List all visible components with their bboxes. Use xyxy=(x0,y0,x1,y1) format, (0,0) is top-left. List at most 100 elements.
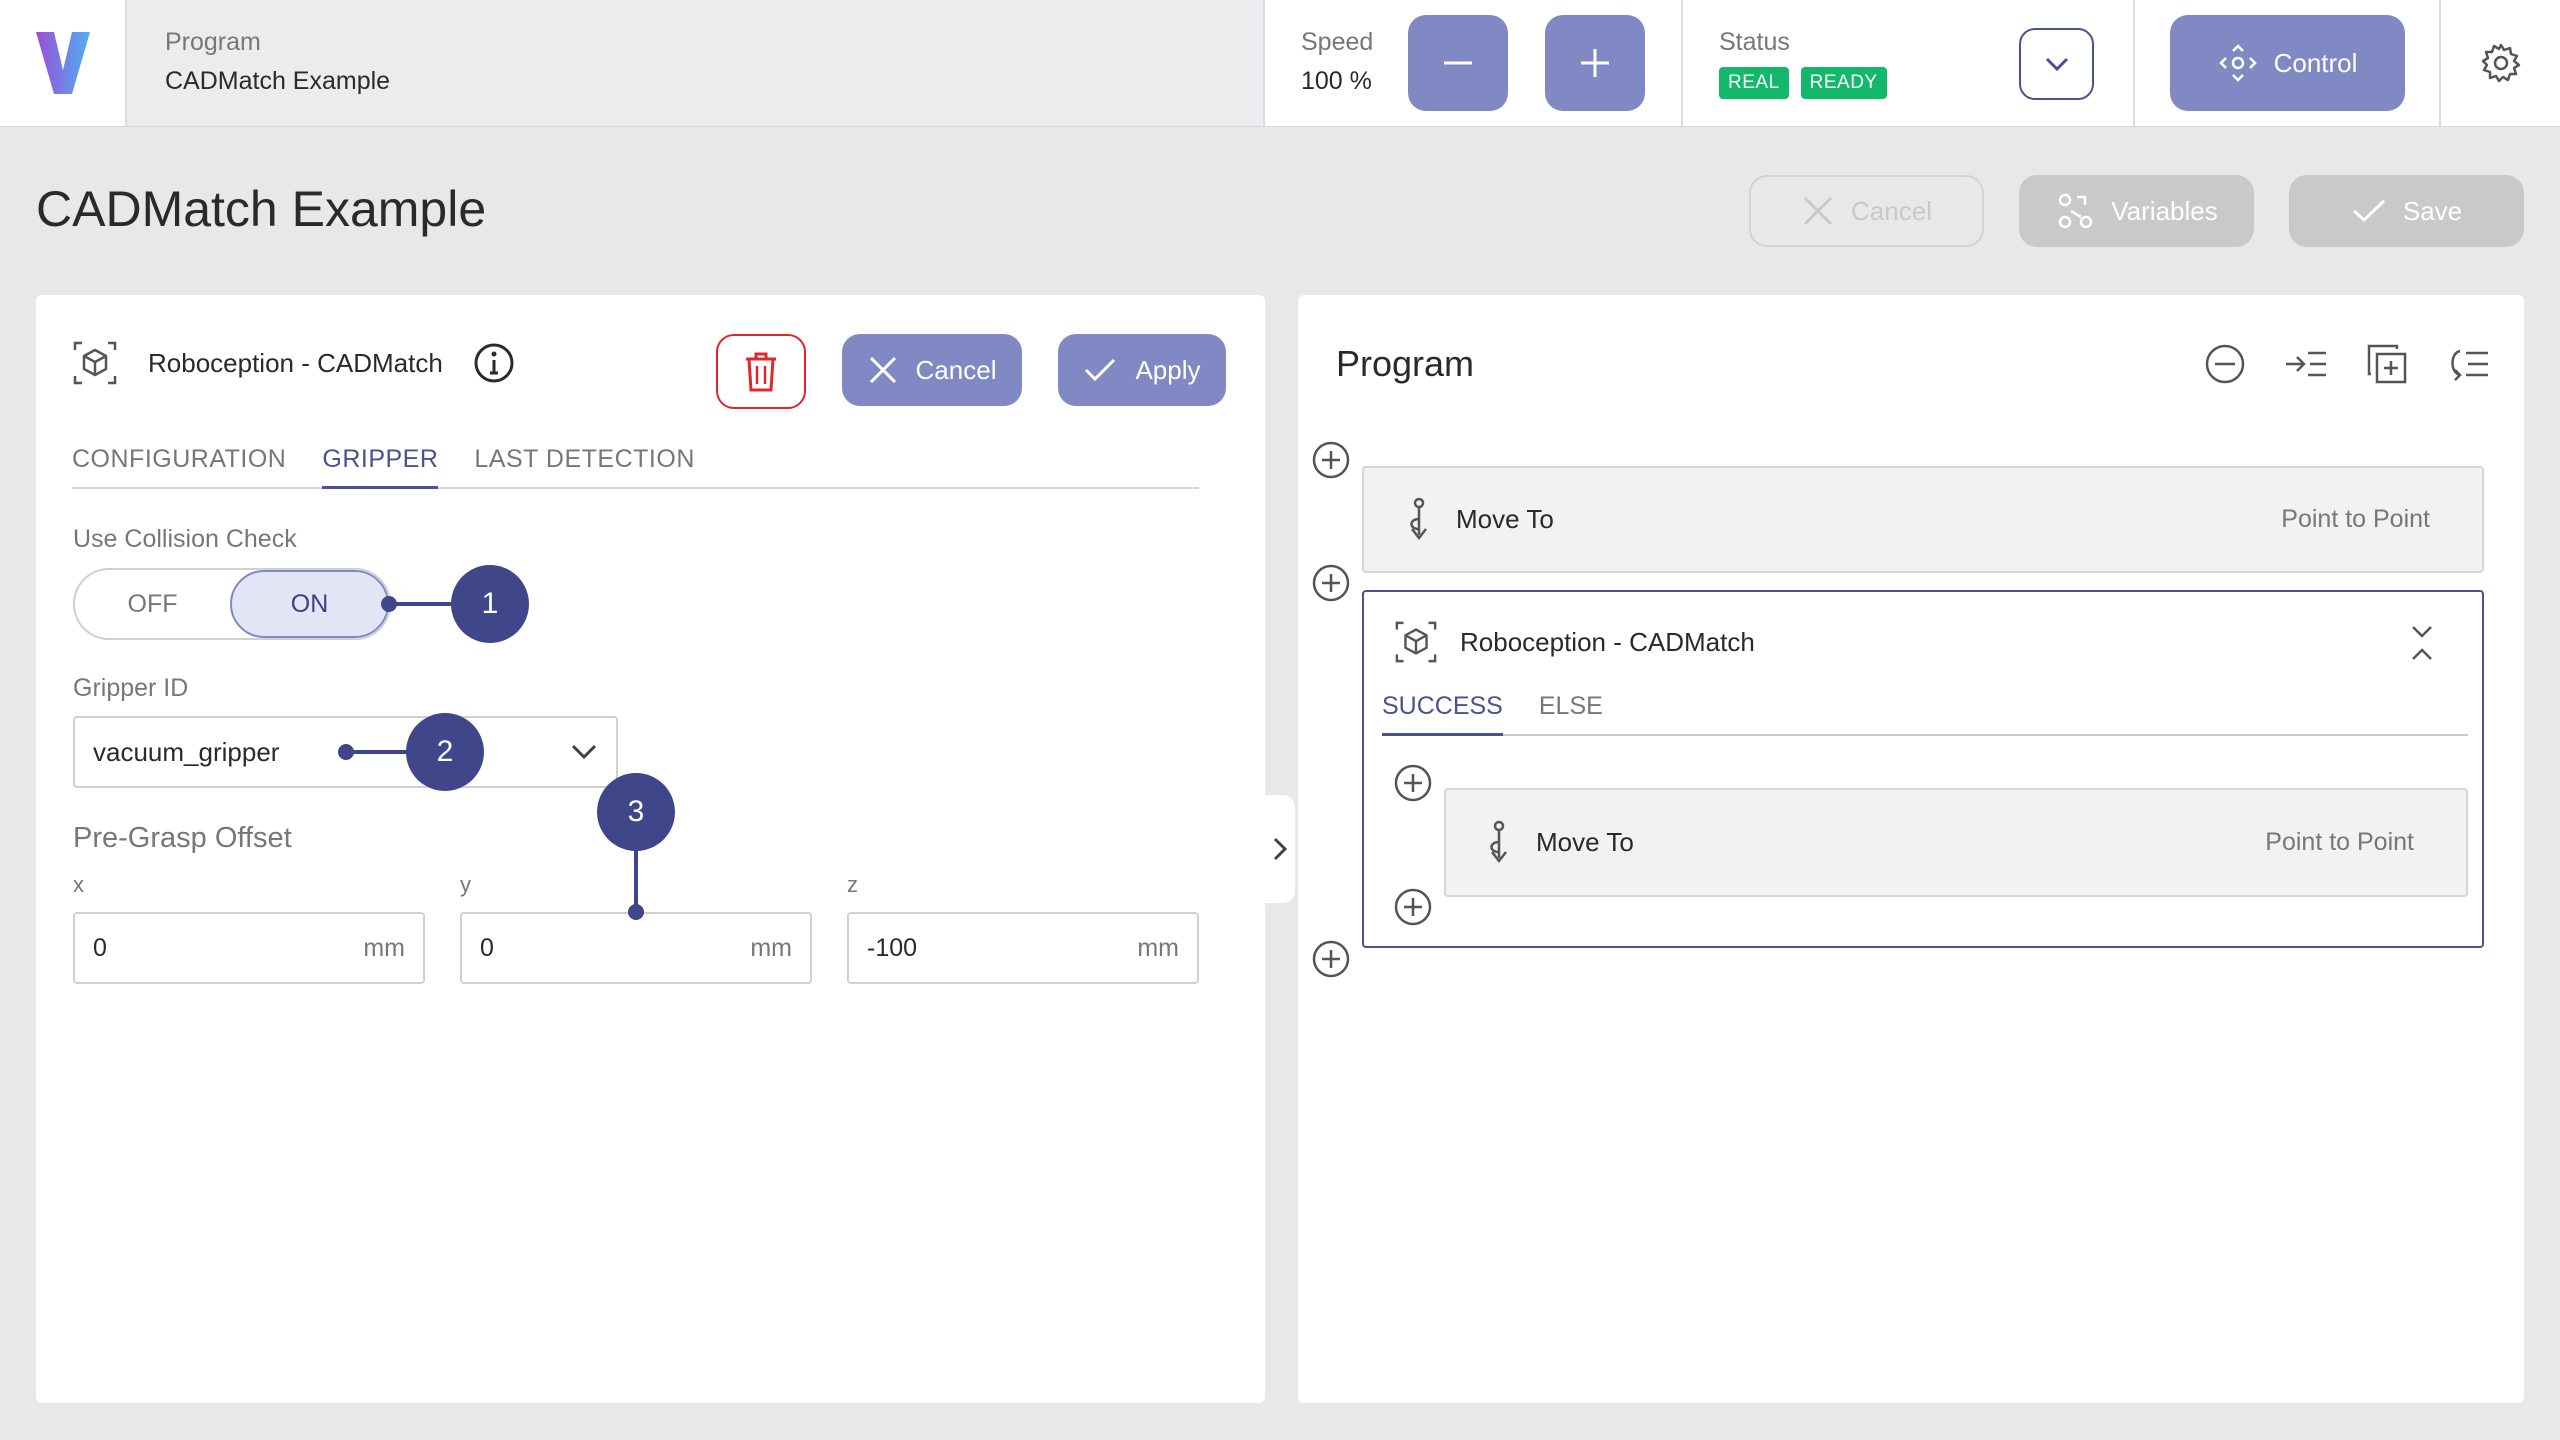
add-step-button[interactable] xyxy=(1312,564,1350,602)
step-name: Move To xyxy=(1456,504,1554,534)
annotation-marker-1: 1 xyxy=(451,565,529,643)
node-editor-panel: Roboception - CADMatch Cancel Apply CONF… xyxy=(36,295,1265,1403)
speed-label: Speed xyxy=(1301,28,1374,56)
speed-increase-button[interactable] xyxy=(1545,15,1645,111)
speed-section: Speed 100 % xyxy=(1265,0,1683,126)
chevron-down-icon xyxy=(571,744,597,760)
indent-icon[interactable] xyxy=(2284,343,2328,385)
status-dropdown-button[interactable] xyxy=(2019,28,2094,100)
status-label: Status xyxy=(1719,28,1790,56)
program-toolbar xyxy=(2204,343,2490,385)
brand-logo-icon xyxy=(35,32,90,94)
branch-step-move-to[interactable]: Move To Point to Point xyxy=(1444,788,2468,897)
control-section: Control xyxy=(2135,0,2441,126)
program-panel: Program Move To Point to Point Robocepti… xyxy=(1298,295,2524,1403)
toggle-off-option[interactable]: OFF xyxy=(75,570,230,638)
gear-icon xyxy=(2481,43,2520,83)
branch-step-mode: Point to Point xyxy=(2265,828,2414,856)
collision-check-label: Use Collision Check xyxy=(73,525,297,553)
delete-node-button[interactable] xyxy=(716,334,806,409)
offset-x-unit: mm xyxy=(363,933,405,962)
collapse-all-icon[interactable] xyxy=(2204,343,2246,385)
offset-x-input[interactable]: 0 mm xyxy=(73,912,425,984)
control-button[interactable]: Control xyxy=(2170,15,2405,111)
branch-tabs: SUCCESS ELSE xyxy=(1382,692,2468,736)
trash-icon xyxy=(746,352,776,391)
offset-z-input[interactable]: -100 mm xyxy=(847,912,1199,984)
checkmark-icon xyxy=(1085,358,1116,382)
add-step-button[interactable] xyxy=(1394,764,1432,802)
annotation-marker-3: 3 xyxy=(597,773,675,851)
tab-last-detection[interactable]: LAST DETECTION xyxy=(474,445,694,489)
duplicate-icon[interactable] xyxy=(2366,343,2408,385)
pregrasp-offset-title: Pre-Grasp Offset xyxy=(73,822,292,854)
node-tabs: CONFIGURATION GRIPPER LAST DETECTION xyxy=(72,445,1199,489)
control-label: Control xyxy=(2273,47,2358,78)
tab-gripper[interactable]: GRIPPER xyxy=(322,445,439,489)
gripper-id-label: Gripper ID xyxy=(73,674,189,702)
offset-x-value: 0 xyxy=(93,933,107,962)
program-step-move-to[interactable]: Move To Point to Point xyxy=(1362,466,2484,573)
container-title: Roboception - CADMatch xyxy=(1460,626,1755,657)
minus-icon xyxy=(1444,61,1472,65)
tab-configuration[interactable]: CONFIGURATION xyxy=(72,445,286,489)
variables-button[interactable]: Variables xyxy=(2019,175,2254,247)
tab-else[interactable]: ELSE xyxy=(1539,692,1603,736)
variables-label: Variables xyxy=(2111,195,2218,226)
panel-collapse-handle[interactable] xyxy=(1265,795,1295,903)
annotation-1-line xyxy=(389,602,453,606)
add-step-button[interactable] xyxy=(1312,441,1350,479)
annotation-3-line xyxy=(634,849,638,911)
move-arrows-icon xyxy=(2218,44,2257,82)
top-bar: Program CADMatch Example Speed 100 % Sta… xyxy=(0,0,2560,127)
close-icon xyxy=(1803,196,1833,226)
offset-x-label: x xyxy=(73,872,84,897)
outdent-icon[interactable] xyxy=(2446,343,2490,385)
annotation-marker-2: 2 xyxy=(406,713,484,791)
chevron-down-icon xyxy=(2045,57,2068,72)
offset-y-input[interactable]: 0 mm xyxy=(460,912,812,984)
settings-button[interactable] xyxy=(2441,0,2560,126)
offset-y-value: 0 xyxy=(480,933,494,962)
add-step-button[interactable] xyxy=(1394,888,1432,926)
save-button[interactable]: Save xyxy=(2289,175,2524,247)
offset-z-value: -100 xyxy=(867,933,918,962)
move-to-icon xyxy=(1410,497,1427,540)
page-cancel-label: Cancel xyxy=(1851,195,1932,226)
tab-success[interactable]: SUCCESS xyxy=(1382,692,1503,736)
program-name: CADMatch Example xyxy=(165,67,391,95)
program-step-cadmatch[interactable]: Roboception - CADMatch SUCCESS ELSE Move… xyxy=(1362,590,2484,948)
add-step-button[interactable] xyxy=(1312,940,1350,978)
status-section: Status REAL READY xyxy=(1683,0,2135,126)
checkmark-icon xyxy=(2352,199,2385,223)
offset-y-unit: mm xyxy=(750,933,792,962)
apply-button[interactable]: Apply xyxy=(1058,334,1226,406)
node-cancel-button[interactable]: Cancel xyxy=(842,334,1022,406)
offset-y-label: y xyxy=(460,872,471,897)
speed-value: 100 % xyxy=(1301,67,1372,95)
program-label: Program xyxy=(165,28,261,56)
speed-decrease-button[interactable] xyxy=(1408,15,1508,111)
node-title: Roboception - CADMatch xyxy=(148,347,443,378)
offset-z-unit: mm xyxy=(1137,933,1179,962)
save-label: Save xyxy=(2402,195,2463,226)
logo xyxy=(0,0,127,126)
info-icon[interactable] xyxy=(473,342,515,384)
variables-icon xyxy=(2059,193,2093,229)
apply-label: Apply xyxy=(1135,354,1201,385)
cadmatch-cube-icon xyxy=(73,341,117,385)
annotation-3-dot xyxy=(628,904,644,920)
page-title: CADMatch Example xyxy=(36,181,487,237)
offset-z-label: z xyxy=(847,872,858,897)
program-title: Program xyxy=(1336,343,1475,384)
program-section[interactable]: Program CADMatch Example xyxy=(127,0,1265,126)
status-badge-ready: READY xyxy=(1800,67,1887,99)
node-cancel-label: Cancel xyxy=(915,354,997,385)
collision-check-toggle[interactable]: OFF ON xyxy=(73,568,391,640)
page-cancel-button[interactable]: Cancel xyxy=(1749,175,1984,247)
status-badge-real: REAL xyxy=(1719,67,1789,99)
collapse-icon[interactable] xyxy=(2410,624,2434,662)
move-to-icon xyxy=(1490,820,1507,863)
gripper-id-value: vacuum_gripper xyxy=(93,736,280,767)
toggle-on-option[interactable]: ON xyxy=(230,570,389,638)
